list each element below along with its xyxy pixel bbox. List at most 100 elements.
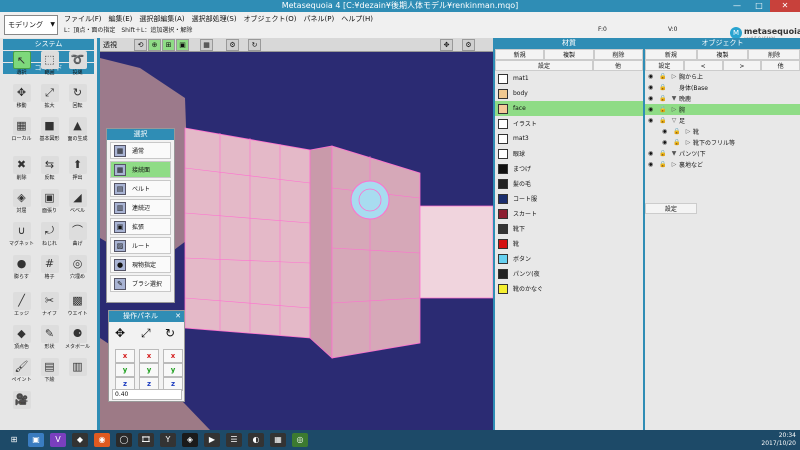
selection-option[interactable]: ▣ 拡張: [110, 218, 171, 235]
visibility-icon[interactable]: ◉: [648, 150, 657, 157]
close-button[interactable]: ✕: [770, 0, 800, 12]
taskbar-app-icon[interactable]: ⊞: [6, 433, 22, 447]
material-row[interactable]: 髪の毛: [495, 176, 643, 191]
tool-18[interactable]: ● 膨らす: [8, 255, 35, 287]
settings-view-icon[interactable]: ⚙: [462, 39, 475, 51]
expand-icon[interactable]: ▷: [683, 139, 693, 146]
material-row[interactable]: 靴下: [495, 221, 643, 236]
lock-icon[interactable]: 🔒: [659, 117, 667, 124]
view-btn-3[interactable]: ⊞: [162, 39, 175, 51]
view-btn-4[interactable]: ▣: [176, 39, 189, 51]
axis-x-button[interactable]: x: [163, 349, 183, 363]
menu-edit[interactable]: 編集(E): [109, 13, 133, 25]
taskbar-app-icon[interactable]: 🎞: [138, 433, 154, 447]
material-settings-button[interactable]: 設定: [495, 60, 593, 71]
menu-selection-edit[interactable]: 選択部編集(A): [139, 13, 184, 25]
material-row[interactable]: イラスト: [495, 116, 643, 131]
lock-icon[interactable]: 🔒: [659, 161, 667, 168]
material-row[interactable]: まつげ: [495, 161, 643, 176]
expand-icon[interactable]: ▼: [669, 95, 679, 102]
visibility-icon[interactable]: ◉: [648, 84, 657, 91]
material-row[interactable]: パンツ(夜: [495, 266, 643, 281]
tool-10[interactable]: ⇆ 反転: [36, 156, 63, 188]
tool-28[interactable]: ▤ 下絵: [36, 358, 63, 390]
material-row[interactable]: コート服: [495, 191, 643, 206]
expand-icon[interactable]: ▷: [669, 106, 679, 113]
object-row[interactable]: ◉ 🔒 ▼ 晩鹿: [645, 93, 800, 104]
material-delete-button[interactable]: 削除: [593, 49, 643, 60]
selection-option[interactable]: ▥ 連続辺: [110, 199, 171, 216]
gear-icon[interactable]: ⚙: [226, 39, 239, 51]
object-row[interactable]: ◉ 🔒 ▷ 胸から上: [645, 71, 800, 82]
operation-value[interactable]: 0.40: [112, 389, 182, 400]
material-other-button[interactable]: 他: [593, 60, 643, 71]
tool-14[interactable]: ◢ ベベル: [64, 189, 91, 221]
tool-3[interactable]: ✥ 移動: [8, 84, 35, 116]
visibility-icon[interactable]: ◉: [648, 73, 657, 80]
material-row[interactable]: 靴のかなぐ: [495, 281, 643, 296]
object-row[interactable]: ◉ 🔒 ▷ 腕: [645, 104, 800, 115]
visibility-icon[interactable]: ◉: [648, 161, 657, 168]
lock-icon[interactable]: 🔒: [673, 139, 681, 146]
rotate-icon[interactable]: ↻: [165, 326, 175, 340]
close-icon[interactable]: ✕: [175, 311, 181, 322]
tool-13[interactable]: ▣ 面張り: [36, 189, 63, 221]
tool-30[interactable]: 🎥: [8, 391, 35, 423]
lock-icon[interactable]: 🔒: [659, 150, 667, 157]
axis-y-button[interactable]: y: [163, 363, 183, 377]
lock-icon[interactable]: 🔒: [659, 95, 667, 102]
menu-help[interactable]: ヘルプ(H): [341, 13, 373, 25]
tool-11[interactable]: ⬆ 押出: [64, 156, 91, 188]
menu-object[interactable]: オブジェクト(O): [244, 13, 297, 25]
tool-0[interactable]: ↖ 選択: [8, 51, 35, 83]
visibility-icon[interactable]: ◉: [662, 128, 671, 135]
lock-icon[interactable]: 🔒: [659, 106, 667, 113]
tool-17[interactable]: ⌒ 曲げ: [64, 222, 91, 254]
object-other-button[interactable]: 他: [761, 60, 800, 71]
taskbar-app-icon[interactable]: ▣: [28, 433, 44, 447]
move-icon[interactable]: ✥: [115, 326, 125, 340]
object-row[interactable]: ◉ 🔒 ▷ 裏地など: [645, 159, 800, 170]
taskbar-app-icon[interactable]: ◯: [116, 433, 132, 447]
expand-icon[interactable]: ▼: [669, 150, 679, 157]
axis-y-button[interactable]: y: [139, 363, 159, 377]
material-row[interactable]: face: [495, 101, 643, 116]
tool-25[interactable]: ✎ 形状: [36, 325, 63, 357]
object-settings-button[interactable]: 設定: [645, 60, 684, 71]
visibility-icon[interactable]: ◉: [648, 95, 657, 102]
system-section[interactable]: システム: [3, 39, 94, 50]
tool-1[interactable]: ⬚ 範囲: [36, 51, 63, 83]
material-row[interactable]: ボタン: [495, 251, 643, 266]
tool-27[interactable]: 🖌 ペイント: [8, 358, 35, 390]
tool-15[interactable]: ∪ マグネット: [8, 222, 35, 254]
taskbar-app-icon[interactable]: ◐: [248, 433, 264, 447]
visibility-icon[interactable]: ◉: [648, 106, 657, 113]
tool-2[interactable]: ➰ 投縄: [64, 51, 91, 83]
object-bottom-settings-button[interactable]: 設定: [645, 203, 697, 214]
lock-icon[interactable]: 🔒: [673, 128, 681, 135]
material-row[interactable]: 眼球: [495, 146, 643, 161]
view-btn-5[interactable]: ▦: [200, 39, 213, 51]
taskbar-app-icon[interactable]: Y: [160, 433, 176, 447]
object-duplicate-button[interactable]: 複製: [696, 49, 749, 60]
taskbar-app-icon[interactable]: ☰: [226, 433, 242, 447]
taskbar-app-icon[interactable]: ▶: [204, 433, 220, 447]
taskbar-app-icon[interactable]: V: [50, 433, 66, 447]
tool-20[interactable]: ◎ 穴埋め: [64, 255, 91, 287]
menu-panel[interactable]: パネル(P): [304, 13, 335, 25]
tool-7[interactable]: ■ 基本図形: [36, 117, 63, 149]
object-row[interactable]: ◉ 🔒 ▽ 足: [645, 115, 800, 126]
tool-5[interactable]: ↻ 回転: [64, 84, 91, 116]
selection-option[interactable]: ✎ ブラシ選択: [110, 275, 171, 292]
perspective-toggle[interactable]: 透視: [103, 40, 117, 50]
material-row[interactable]: body: [495, 86, 643, 101]
axis-x-button[interactable]: x: [139, 349, 159, 363]
material-row[interactable]: スカート: [495, 206, 643, 221]
taskbar-app-icon[interactable]: ◉: [94, 433, 110, 447]
material-row[interactable]: mat1: [495, 71, 643, 86]
selection-option[interactable]: ▦ 接続面: [110, 161, 171, 178]
lock-icon[interactable]: 🔒: [659, 73, 667, 80]
tool-19[interactable]: # 格子: [36, 255, 63, 287]
taskbar-app-icon[interactable]: ◆: [72, 433, 88, 447]
tool-4[interactable]: ⤢ 拡大: [36, 84, 63, 116]
